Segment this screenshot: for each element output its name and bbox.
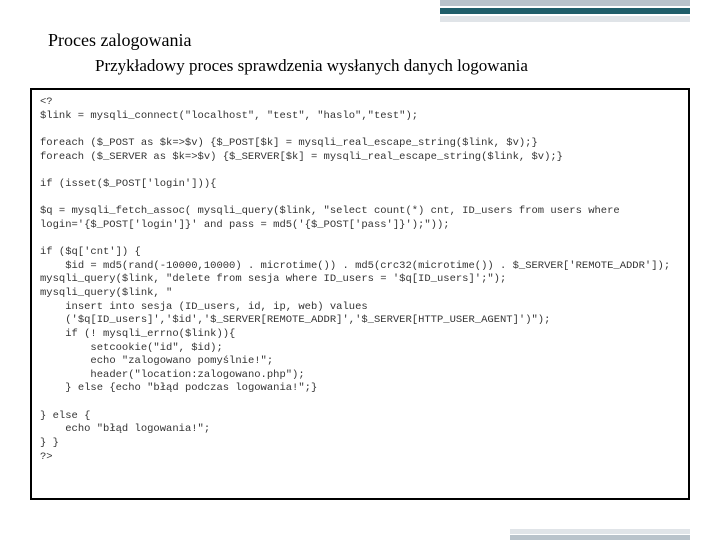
decorative-bottom-bars	[510, 528, 690, 540]
bar-pale	[440, 16, 690, 22]
bbar-pale	[510, 529, 690, 534]
code-block: <? $link = mysqli_connect("localhost", "…	[30, 88, 690, 500]
bbar-light	[510, 535, 690, 540]
bar-teal	[440, 8, 690, 14]
bar-light	[440, 0, 690, 6]
slide-subtitle: Przykładowy proces sprawdzenia wysłanych…	[95, 56, 528, 76]
slide-title: Proces zalogowania	[48, 30, 191, 51]
decorative-top-bars	[440, 0, 690, 24]
